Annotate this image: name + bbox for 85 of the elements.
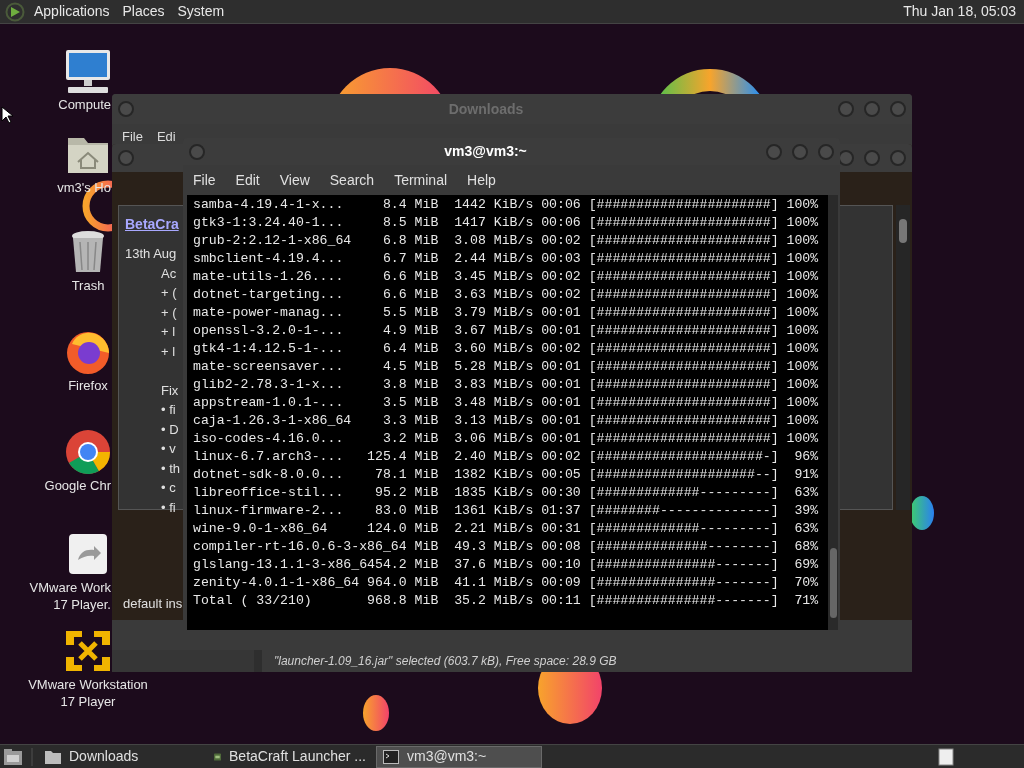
terminal-line: dotnet-sdk-8.0.0... 78.1 MiB 1382 KiB/s 00:05 [####################--] 91% — [193, 466, 820, 484]
terminal-line: smbclient-4.19.4... 6.7 MiB 2.44 MiB/s 00:03 [######################] 100% — [193, 250, 820, 268]
changelog-entry: • c — [161, 479, 177, 497]
status-text: "launcher-1.09_16.jar" selected (603.7 kB), Free space: 28.9 GB — [274, 653, 617, 670]
terminal-line: grub-2:2.12-1-x86_64 6.8 MiB 3.08 MiB/s 00:02 [######################] 100% — [193, 232, 820, 250]
terminal-line: glib2-2.78.3-1-x... 3.8 MiB 3.83 MiB/s 00:01 [######################] 100% — [193, 376, 820, 394]
menu-item[interactable]: Help — [467, 169, 496, 191]
terminal-line: Total ( 33/210) 968.8 MiB 35.2 MiB/s 00:11 [###############-------] 71% — [193, 592, 820, 610]
desktop-icon-label[interactable]: 17 Player. — [53, 596, 111, 613]
terminal-line: linux-firmware-2... 83.0 MiB 1361 KiB/s 01:37 [########--------------] 39% — [193, 502, 820, 520]
pane-separator[interactable] — [254, 650, 262, 672]
terminal-line: dotnet-targeting... 6.6 MiB 3.63 MiB/s 00:02 [######################] 100% — [193, 286, 820, 304]
window-button[interactable] — [864, 150, 880, 166]
chrome-icon — [64, 428, 112, 476]
terminal-line: iso-codes-4.16.0... 3.2 MiB 3.06 MiB/s 00:01 [######################] 100% — [193, 430, 820, 448]
terminal-line: libreoffice-stil... 95.2 MiB 1835 KiB/s 00:30 [#############---------] 63% — [193, 484, 820, 502]
menu-item[interactable]: Search — [329, 169, 375, 191]
terminal-line: zenity-4.0.1-1-x86_64 964.0 MiB 41.1 MiB/s 00:09 [###############-------] 70% — [193, 574, 820, 592]
panel-menu[interactable]: Applications — [34, 1, 110, 22]
changelog-date: 13th Aug — [125, 245, 177, 263]
window-button[interactable] — [890, 150, 906, 166]
terminal-line: gtk3-1:3.24.40-1... 8.5 MiB 1417 KiB/s 00:06 [######################] 100% — [193, 214, 820, 232]
footer-text: default ins — [123, 594, 183, 613]
terminal-line: mate-power-manag... 5.5 MiB 3.79 MiB/s 00:01 [######################] 100% — [193, 304, 820, 322]
menu-logo-icon[interactable] — [5, 1, 25, 22]
window-button[interactable] — [792, 143, 808, 160]
terminal-line: mate-screensaver... 4.5 MiB 5.28 MiB/s 00:01 [######################] 100% — [193, 358, 820, 376]
panel-menu[interactable]: System — [177, 1, 225, 22]
changelog-link[interactable]: BetaCra — [125, 212, 179, 236]
menu-item[interactable]: Terminal — [394, 169, 448, 191]
terminal-line: compiler-rt-16.0.6-3-x86_64 MiB 49.3 MiB/s 00:08 [##############--------] 68% — [193, 538, 820, 556]
window-button[interactable] — [118, 150, 134, 166]
desktop-icon-label[interactable]: Google Chr — [44, 477, 111, 494]
window-button[interactable] — [864, 101, 880, 117]
desktop-icon-label[interactable]: VMware Workstation — [28, 676, 148, 693]
changelog-entry: • v — [161, 440, 177, 458]
window-button[interactable] — [890, 101, 906, 117]
workspace-icon[interactable] — [938, 747, 954, 766]
terminal-icon — [383, 749, 399, 764]
taskbar-button[interactable]: vm3@vm3:~ — [376, 745, 542, 768]
panel-menu[interactable]: Places — [122, 1, 165, 22]
window-button[interactable] — [818, 143, 834, 160]
terminal-line: openssl-3.2.0-1-... 4.9 MiB 3.67 MiB/s 00:01 [######################] 100% — [193, 322, 820, 340]
desktop-icon-label[interactable]: Compute — [58, 96, 111, 113]
changelog-entry: • D — [161, 420, 180, 439]
terminal-line: glslang-13.1.1-3-x86_6454.2 MiB 37.6 MiB/s 00:10 [###############-------] 69% — [193, 556, 820, 574]
show-desktop-icon[interactable] — [3, 747, 23, 766]
terminal-line: caja-1.26.3-1-x86_64 3.3 MiB 3.13 MiB/s 00:01 [######################] 100% — [193, 412, 820, 430]
folder-icon — [45, 749, 61, 764]
changelog-heading: Ac — [161, 264, 178, 283]
changelog-entry: • fi — [161, 401, 177, 419]
changelog-entry: + l — [161, 323, 177, 341]
clock[interactable]: Thu Jan 18, 05:03 — [903, 1, 1016, 22]
scrollbar[interactable] — [896, 205, 910, 510]
menu-item[interactable]: Edi — [156, 130, 176, 144]
changelog-entry: + l — [161, 342, 177, 361]
menu-item[interactable]: Edit — [235, 169, 260, 191]
changelog-entry: • th — [161, 459, 180, 478]
scrollbar[interactable] — [828, 195, 838, 630]
window-button[interactable] — [189, 143, 205, 160]
changelog-entry: + ( — [161, 303, 178, 322]
desktop-icon-label[interactable]: Trash — [71, 277, 105, 294]
window-button[interactable] — [838, 101, 854, 117]
wallpaper-blob — [363, 695, 389, 731]
window-title: vm3@vm3:~ — [443, 142, 528, 161]
menu-item[interactable]: View — [279, 169, 310, 191]
terminal-line: appstream-1.0.1-... 3.5 MiB 3.48 MiB/s 00:01 [######################] 100% — [193, 394, 820, 412]
terminal-line: gtk4-1:4.12.5-1-... 6.4 MiB 3.60 MiB/s 00:02 [######################] 100% — [193, 340, 820, 358]
terminal-line: wine-9.0-1-x86_64 124.0 MiB 2.21 MiB/s 00:31 [#############---------] 63% — [193, 520, 820, 538]
terminal-line: linux-6.7.arch3-... 125.4 MiB 2.40 MiB/s 00:02 [#####################-] 96% — [193, 448, 820, 466]
changelog-heading: Fix — [161, 381, 180, 400]
computer-icon — [64, 47, 112, 95]
changelog-entry: • fi — [161, 498, 177, 517]
window-button[interactable] — [766, 143, 782, 160]
window-button[interactable] — [118, 101, 134, 117]
mouse-pointer-icon — [1, 106, 13, 124]
desktop-icon-label[interactable]: 17 Player — [60, 693, 116, 710]
terminal-line: samba-4.19.4-1-x... 8.4 MiB 1442 KiB/s 00:06 [######################] 100% — [193, 196, 820, 214]
desktop-icon-label[interactable]: VMware Work — [29, 579, 111, 596]
menu-item[interactable]: File — [122, 130, 143, 144]
terminal-line: mate-utils-1.26.... 6.6 MiB 3.45 MiB/s 00:02 [######################] 100% — [193, 268, 820, 286]
changelog-entry: + ( — [161, 284, 178, 302]
menu-item[interactable]: File — [193, 169, 216, 191]
wallpaper-blob — [910, 496, 934, 530]
desktop-icon-label[interactable]: Firefox — [68, 377, 108, 394]
